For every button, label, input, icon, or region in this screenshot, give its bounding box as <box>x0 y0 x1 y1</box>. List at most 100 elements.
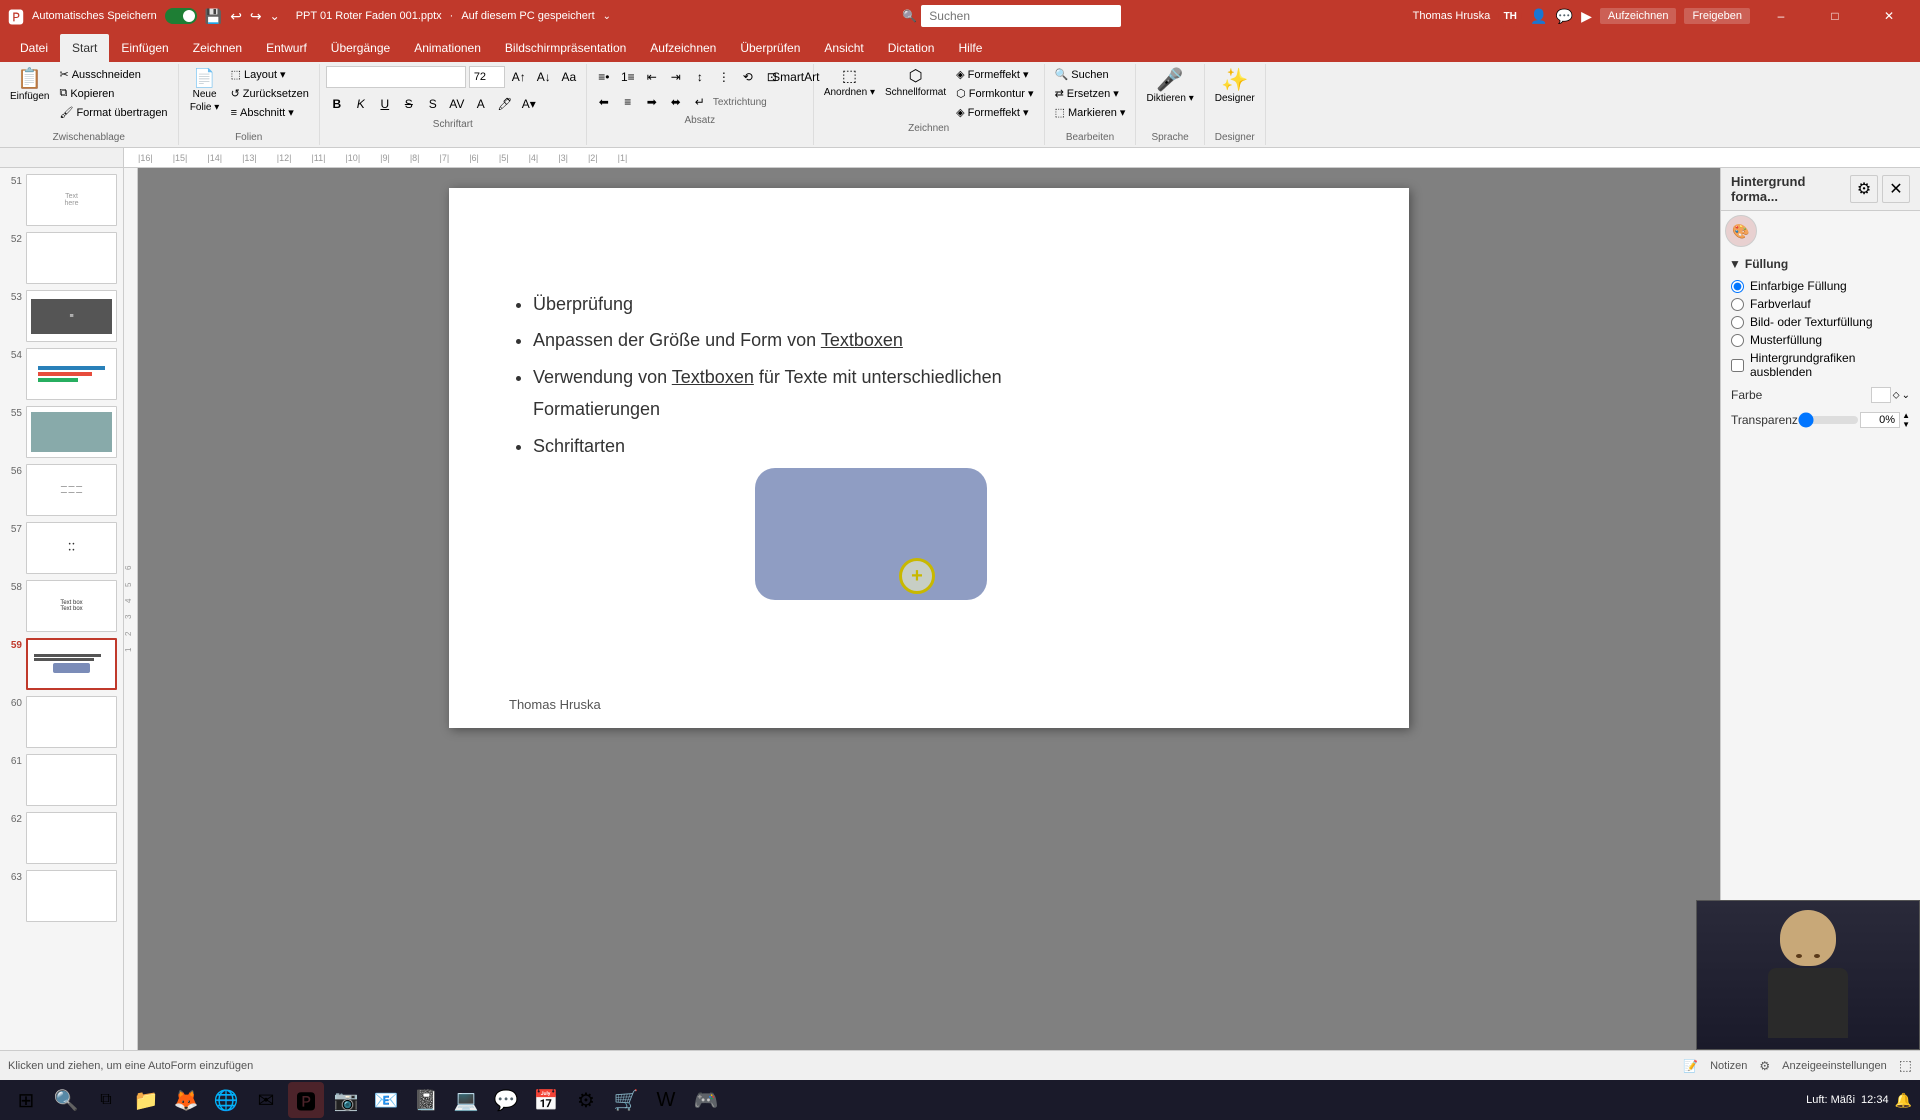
bullets-btn[interactable]: ≡• <box>593 66 615 88</box>
markieren-button[interactable]: ⬚ Markieren ▾ <box>1051 104 1130 121</box>
hintergrundgrafiken-option[interactable]: Hintergrundgrafiken ausblenden <box>1731 351 1910 379</box>
maximize-button[interactable]: □ <box>1812 0 1858 32</box>
notizen-label[interactable]: Notizen <box>1710 1060 1747 1072</box>
present-icon[interactable]: ▶ <box>1581 8 1592 25</box>
tab-aufzeichnen[interactable]: Aufzeichnen <box>638 34 728 62</box>
anzeigeeinstellungen-label[interactable]: Anzeigeeinstellungen <box>1782 1060 1887 1072</box>
einfarbig-radio[interactable] <box>1731 280 1744 293</box>
slide-thumb-62[interactable]: 62 <box>4 810 119 866</box>
font-size-decrease-btn[interactable]: A↓ <box>533 66 555 88</box>
font-size-increase-btn[interactable]: A↑ <box>508 66 530 88</box>
einfuegen-button[interactable]: 📋 Einfügen <box>6 66 53 105</box>
tab-entwurf[interactable]: Entwurf <box>254 34 319 62</box>
italic-btn[interactable]: K <box>350 93 372 115</box>
smartart-btn[interactable]: SmartArt <box>785 66 807 88</box>
bold-btn[interactable]: B <box>326 93 348 115</box>
redo-icon[interactable]: ↪ <box>250 8 262 25</box>
font-size-input[interactable] <box>469 66 505 88</box>
vscode-icon[interactable]: 💻 <box>448 1082 484 1118</box>
more-icon[interactable]: ⌄ <box>270 9 280 23</box>
color-more-icon[interactable]: ⌄ <box>1902 390 1910 401</box>
game-icon[interactable]: 🎮 <box>688 1082 724 1118</box>
slide-thumb-58[interactable]: 58 Text boxText box <box>4 578 119 634</box>
justify-btn[interactable]: ⬌ <box>665 91 687 113</box>
outlook-icon[interactable]: ✉ <box>248 1082 284 1118</box>
einfarbig-option[interactable]: Einfarbige Füllung <box>1731 279 1910 293</box>
rtl-btn[interactable]: ↵ <box>689 91 711 113</box>
color-swatch[interactable] <box>1871 387 1891 403</box>
firefox-icon[interactable]: 🦊 <box>168 1082 204 1118</box>
slide-thumb-55[interactable]: 55 <box>4 404 119 460</box>
align-right-btn[interactable]: ➡ <box>641 91 663 113</box>
underline-btn[interactable]: U <box>374 93 396 115</box>
bild-textur-radio[interactable] <box>1731 316 1744 329</box>
farbverlauf-option[interactable]: Farbverlauf <box>1731 297 1910 311</box>
comments-icon[interactable]: 💬 <box>1556 8 1573 25</box>
schnellformat-button[interactable]: ⬡ Schnellformat <box>881 66 950 101</box>
share-icon[interactable]: 👤 <box>1530 8 1547 25</box>
search-taskbar-button[interactable]: 🔍 <box>48 1082 84 1118</box>
designer-button[interactable]: ✨ Designer <box>1211 66 1259 107</box>
spacing-btn[interactable]: AV <box>446 93 468 115</box>
tab-animationen[interactable]: Animationen <box>402 34 493 62</box>
slide-canvas[interactable]: Überprüfung Anpassen der Größe und Form … <box>449 188 1409 728</box>
tab-ueberpruefen[interactable]: Überprüfen <box>728 34 812 62</box>
slide-thumb-60[interactable]: 60 <box>4 694 119 750</box>
calendar-icon[interactable]: 📅 <box>528 1082 564 1118</box>
photos-icon[interactable]: 📷 <box>328 1082 364 1118</box>
slide-thumb-56[interactable]: 56 — — —— — — <box>4 462 119 518</box>
highlight-btn[interactable]: 🖊 <box>494 93 516 115</box>
tab-zeichnen[interactable]: Zeichnen <box>181 34 254 62</box>
decrease-indent-btn[interactable]: ⇤ <box>641 66 663 88</box>
muster-option[interactable]: Musterfüllung <box>1731 333 1910 347</box>
task-view-button[interactable]: ⧉ <box>88 1082 124 1118</box>
zuruecksetzen-button[interactable]: ↺ Zurücksetzen <box>227 85 313 102</box>
windows-start-button[interactable]: ⊞ <box>8 1082 44 1118</box>
diktieren-button[interactable]: 🎤 Diktieren ▾ <box>1142 66 1197 107</box>
view-normal-icon[interactable]: ⬚ <box>1899 1057 1912 1074</box>
bild-textur-option[interactable]: Bild- oder Texturfüllung <box>1731 315 1910 329</box>
powerpoint-taskbar-icon[interactable]: 🅿 <box>288 1082 324 1118</box>
slide-thumb-53[interactable]: 53 ≡ <box>4 288 119 344</box>
freigeben-btn[interactable]: Freigeben <box>1684 8 1750 24</box>
word-icon[interactable]: W <box>648 1082 684 1118</box>
tab-hilfe[interactable]: Hilfe <box>946 34 994 62</box>
font-name-input[interactable] <box>326 66 466 88</box>
ersetzen-button[interactable]: ⇄ Ersetzen ▾ <box>1051 85 1123 102</box>
notification-icon[interactable]: 🔔 <box>1895 1092 1912 1109</box>
hintergrundgrafiken-checkbox[interactable] <box>1731 359 1744 372</box>
teams-icon[interactable]: 💬 <box>488 1082 524 1118</box>
strikethrough-btn[interactable]: S <box>398 93 420 115</box>
kopieren-button[interactable]: ⧉ Kopieren <box>55 85 171 102</box>
slide-thumb-54[interactable]: 54 <box>4 346 119 402</box>
store-icon[interactable]: 🛒 <box>608 1082 644 1118</box>
color-gradient-icon[interactable]: ⬦ <box>1893 390 1900 401</box>
ausschneiden-button[interactable]: ✂ Ausschneiden <box>55 66 171 83</box>
undo-icon[interactable]: ↩ <box>230 8 242 25</box>
formeffekt-button[interactable]: ◈ Formeffekt ▾ <box>952 66 1037 83</box>
layout-button[interactable]: ⬚ Layout ▾ <box>227 66 313 83</box>
tab-datei[interactable]: Datei <box>8 34 60 62</box>
tab-start[interactable]: Start <box>60 34 109 62</box>
column-btn[interactable]: ⋮ <box>713 66 735 88</box>
tab-bildschirm[interactable]: Bildschirmpräsentation <box>493 34 638 62</box>
search-input[interactable] <box>921 5 1121 27</box>
slide-thumb-57[interactable]: 57 • •• • <box>4 520 119 576</box>
close-button[interactable]: ✕ <box>1866 0 1912 32</box>
suchen-button[interactable]: 🔍 Suchen <box>1051 66 1113 83</box>
aufzeichnen-btn[interactable]: Aufzeichnen <box>1600 8 1677 24</box>
slide-thumb-51[interactable]: 51 Texthere <box>4 172 119 228</box>
anordnen-button[interactable]: ⬚ Anordnen ▾ <box>820 66 879 101</box>
neue-folie-button[interactable]: 📄 Neue Folie ▾ <box>185 66 225 116</box>
tab-ansicht[interactable]: Ansicht <box>812 34 875 62</box>
align-left-btn[interactable]: ⬅ <box>593 91 615 113</box>
line-spacing-btn[interactable]: ↕ <box>689 66 711 88</box>
mail-icon[interactable]: 📧 <box>368 1082 404 1118</box>
canvas-area[interactable]: 1 2 3 4 5 6 Überprüfung Anpassen der Grö… <box>124 168 1720 1050</box>
tab-einfuegen[interactable]: Einfügen <box>109 34 180 62</box>
settings-icon[interactable]: ⚙ <box>568 1082 604 1118</box>
muster-radio[interactable] <box>1731 334 1744 347</box>
fuellung-section-header[interactable]: ▼ Füllung <box>1721 251 1920 275</box>
location-chevron[interactable]: ⌄ <box>603 11 611 22</box>
panel-settings-icon[interactable]: ⚙ <box>1850 175 1878 203</box>
